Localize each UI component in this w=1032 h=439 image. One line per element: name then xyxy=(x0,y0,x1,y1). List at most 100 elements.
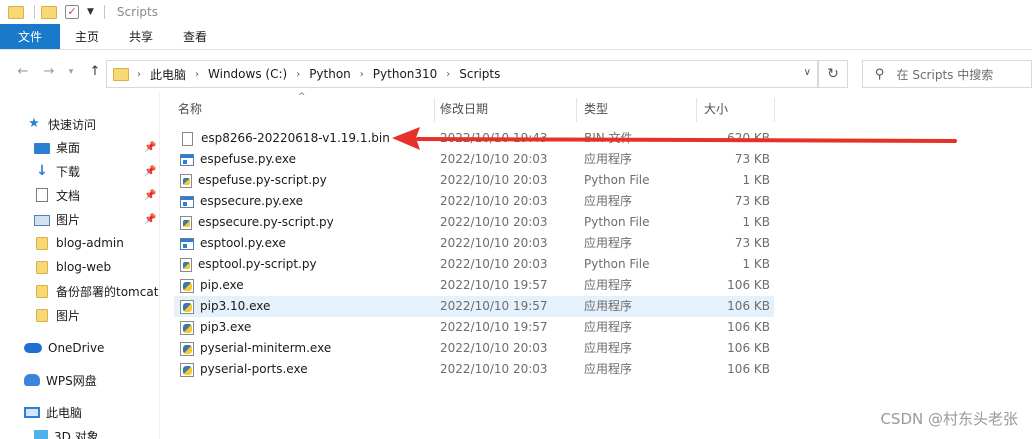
nav-item-downloads[interactable]: ↓ 下载 📌 xyxy=(34,160,158,182)
column-divider[interactable] xyxy=(774,98,775,122)
tab-home[interactable]: 主页 xyxy=(60,24,114,49)
breadcrumb-python310[interactable]: Python310 xyxy=(373,67,438,81)
file-date: 2022/10/10 20:03 xyxy=(440,173,548,187)
address-bar[interactable]: › 此电脑 › Windows (C:) › Python › Python31… xyxy=(106,60,818,88)
folder-icon xyxy=(113,67,129,81)
file-row[interactable]: espefuse.py-script.py 2022/10/10 20:03 Pyt… xyxy=(174,170,774,191)
pin-icon: 📌 xyxy=(144,213,157,225)
file-name-cell: esptool.py-script.py xyxy=(180,254,317,275)
properties-icon[interactable]: ✓ xyxy=(65,5,79,19)
column-divider[interactable] xyxy=(696,98,697,122)
chevron-right-icon[interactable]: › xyxy=(296,69,300,80)
file-type: Python File xyxy=(584,173,650,187)
file-size: 106 KB xyxy=(727,299,770,313)
refresh-button[interactable]: ↻ xyxy=(818,60,848,88)
file-name: pyserial-ports.exe xyxy=(200,362,308,376)
nav-this-pc[interactable]: 此电脑 xyxy=(24,401,82,423)
nav-onedrive[interactable]: OneDrive xyxy=(24,337,104,359)
breadcrumb-this-pc[interactable]: 此电脑 xyxy=(150,66,186,83)
nav-wps-drive[interactable]: WPS网盘 xyxy=(24,369,97,391)
file-row[interactable]: espsecure.py.exe 2022/10/10 20:03 应用程序 73 K… xyxy=(174,191,774,212)
chevron-right-icon[interactable]: › xyxy=(195,69,199,80)
recent-locations-icon[interactable]: ▾ xyxy=(62,67,80,77)
nav-item-pictures-folder[interactable]: 图片 xyxy=(34,304,80,326)
file-name: pip.exe xyxy=(200,278,244,292)
file-date: 2022/10/10 19:57 xyxy=(440,299,548,313)
file-row[interactable]: espefuse.py.exe 2022/10/10 20:03 应用程序 73 KB xyxy=(174,149,774,170)
chevron-right-icon[interactable]: › xyxy=(446,69,450,80)
file-size: 106 KB xyxy=(727,341,770,355)
python-file-icon xyxy=(180,257,192,272)
file-size: 620 KB xyxy=(727,131,770,145)
nav-item-desktop[interactable]: 桌面 📌 xyxy=(34,136,158,158)
forward-arrow-icon[interactable]: → xyxy=(40,64,58,79)
back-arrow-icon[interactable]: ← xyxy=(14,64,32,79)
file-type: 应用程序 xyxy=(584,320,633,334)
file-row[interactable]: espsecure.py-script.py 2022/10/10 20:03 Py… xyxy=(174,212,774,233)
up-arrow-icon[interactable]: ↑ xyxy=(86,64,104,79)
chevron-right-icon[interactable]: › xyxy=(360,69,364,80)
file-row[interactable]: esptool.py.exe 2022/10/10 20:03 应用程序 73 KB xyxy=(174,233,774,254)
file-date: 2022/10/10 19:57 xyxy=(440,320,548,334)
breadcrumb-scripts[interactable]: Scripts xyxy=(459,67,500,81)
file-name-cell: esptool.py.exe xyxy=(180,233,286,254)
computer-icon xyxy=(24,406,40,418)
file-row[interactable]: esptool.py-script.py 2022/10/10 20:03 Pyth… xyxy=(174,254,774,275)
file-name: pyserial-miniterm.exe xyxy=(200,341,332,355)
breadcrumb-python[interactable]: Python xyxy=(309,67,351,81)
file-name: pip3.10.exe xyxy=(200,299,271,313)
file-type: 应用程序 xyxy=(584,278,633,292)
python-exe-icon xyxy=(180,341,194,356)
file-size: 106 KB xyxy=(727,362,770,376)
chevron-down-icon[interactable]: ∨ xyxy=(804,67,811,78)
file-size: 1 KB xyxy=(742,173,770,187)
nav-item-blog-admin[interactable]: blog-admin xyxy=(34,232,124,254)
python-exe-icon xyxy=(180,320,194,335)
file-type: 应用程序 xyxy=(584,194,633,208)
wps-cloud-icon xyxy=(24,374,40,386)
column-header-size[interactable]: 大小 xyxy=(700,98,774,120)
file-name-cell: pyserial-ports.exe xyxy=(180,359,308,380)
file-row[interactable]: pip3.10.exe 2022/10/10 19:57 应用程序 106 KB xyxy=(174,296,774,317)
search-input[interactable]: ⚲ 在 Scripts 中搜索 xyxy=(862,60,1032,88)
file-size: 73 KB xyxy=(734,194,770,208)
file-row[interactable]: esp8266-20220618-v1.19.1.bin 2022/10/10 1… xyxy=(174,128,774,149)
column-header-type[interactable]: 类型 xyxy=(580,98,696,120)
tab-share[interactable]: 共享 xyxy=(114,24,168,49)
nav-item-documents[interactable]: 文档 📌 xyxy=(34,184,158,206)
file-name-cell: pip.exe xyxy=(180,275,244,296)
desktop-icon xyxy=(34,142,50,154)
column-divider[interactable] xyxy=(576,98,577,122)
watermark: CSDN @村东头老张 xyxy=(880,410,1018,428)
column-divider[interactable] xyxy=(434,98,435,122)
nav-item-tomcat-backup[interactable]: 备份部署的tomcat xyxy=(34,280,158,302)
column-header-date[interactable]: 修改日期 xyxy=(436,98,576,120)
python-exe-icon xyxy=(180,278,194,293)
chevron-right-icon[interactable]: › xyxy=(137,69,141,80)
file-name: pip3.exe xyxy=(200,320,252,334)
file-row[interactable]: pip3.exe 2022/10/10 19:57 应用程序 106 KB xyxy=(174,317,774,338)
divider xyxy=(34,5,35,19)
navigation-pane: ★ 快速访问 桌面 📌 ↓ 下载 📌 文档 📌 图片 📌 blog-admin … xyxy=(0,92,160,439)
file-row[interactable]: pip.exe 2022/10/10 19:57 应用程序 106 KB xyxy=(174,275,774,296)
file-date: 2022/10/10 20:03 xyxy=(440,257,548,271)
nav-3d-objects[interactable]: 3D 对象 xyxy=(34,425,99,439)
nav-quick-access[interactable]: ★ 快速访问 xyxy=(26,113,96,135)
column-header-name[interactable]: 名称 xyxy=(174,98,434,120)
file-name-cell: espefuse.py.exe xyxy=(180,149,296,170)
file-row[interactable]: pyserial-miniterm.exe 2022/10/10 20:03 应用程… xyxy=(174,338,774,359)
search-icon: ⚲ xyxy=(875,66,885,82)
address-row: ← → ▾ ↑ › 此电脑 › Windows (C:) › Python › … xyxy=(0,56,1032,92)
search-placeholder: 在 Scripts 中搜索 xyxy=(896,67,994,82)
tab-file[interactable]: 文件 xyxy=(0,24,60,49)
star-icon: ★ xyxy=(28,116,40,131)
nav-item-blog-web[interactable]: blog-web xyxy=(34,256,111,278)
python-exe-icon xyxy=(180,299,194,314)
file-row[interactable]: pyserial-ports.exe 2022/10/10 20:03 应用程序 10… xyxy=(174,359,774,380)
tab-view[interactable]: 查看 xyxy=(168,24,222,49)
new-folder-icon[interactable] xyxy=(41,5,57,19)
file-date: 2022/10/10 20:03 xyxy=(440,341,548,355)
customize-toolbar-icon[interactable]: ▼ xyxy=(87,7,94,17)
breadcrumb-drive-c[interactable]: Windows (C:) xyxy=(208,67,287,81)
nav-item-pictures[interactable]: 图片 📌 xyxy=(34,208,158,230)
